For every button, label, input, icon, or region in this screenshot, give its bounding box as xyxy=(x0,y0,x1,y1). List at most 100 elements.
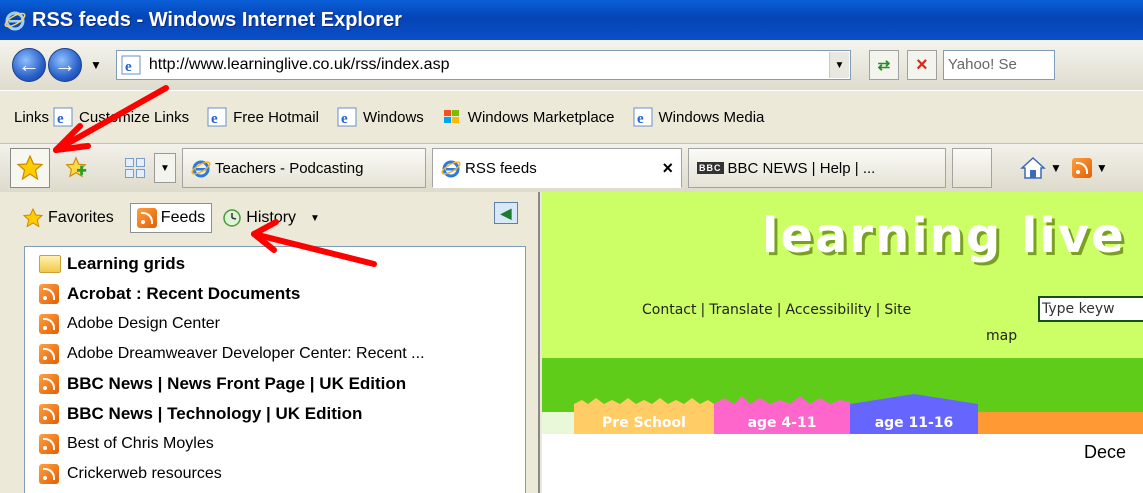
stop-button[interactable]: × xyxy=(906,50,937,80)
tab-label: BBC NEWS | Help | ... xyxy=(727,159,876,177)
list-item-label: Adobe Dreamweaver Developer Center: Rece… xyxy=(67,345,425,362)
tab-teachers-podcasting[interactable]: Teachers - Podcasting xyxy=(182,148,426,188)
tab-label: RSS feeds xyxy=(465,159,537,177)
home-icon xyxy=(1020,156,1046,179)
chevron-down-icon[interactable]: ▼ xyxy=(1096,161,1108,175)
history-label: History xyxy=(246,209,297,226)
age-tab-4-11[interactable]: age 4-11 xyxy=(714,412,850,434)
tab-toolbar: ▼ Teachers - Podcasting RSS feeds × BBC … xyxy=(0,144,1143,192)
add-favorite-icon xyxy=(65,156,87,178)
contact-link[interactable]: Contact xyxy=(642,302,696,318)
link-label: Windows xyxy=(362,108,424,126)
arrow-left-icon: ← xyxy=(18,52,40,77)
link-label: Windows Marketplace xyxy=(467,108,615,126)
feed-list: Learning grids Acrobat : Recent Document… xyxy=(24,246,526,493)
rss-icon xyxy=(39,314,59,334)
favorites-center-toolbar: Favorites Feeds History ▼ ◀ xyxy=(0,192,538,244)
ie-page-icon: e xyxy=(207,107,227,127)
title-bar: RSS feeds - Windows Internet Explorer xyxy=(0,0,1143,40)
url-text[interactable]: http://www.learninglive.co.uk/rss/index.… xyxy=(149,56,829,74)
tab-list-button[interactable]: ▼ xyxy=(154,153,176,183)
link-customize-links[interactable]: e Customize Links xyxy=(53,107,189,127)
history-clock-icon xyxy=(223,209,242,227)
new-tab-button[interactable] xyxy=(952,148,992,188)
svg-text:e: e xyxy=(125,59,132,75)
list-item-feed[interactable]: Adobe Dreamweaver Developer Center: Rece… xyxy=(25,339,525,369)
refresh-icon: ⇄ xyxy=(877,57,891,74)
search-input[interactable]: Yahoo! Se xyxy=(942,50,1055,80)
site-map-link-tail[interactable]: map xyxy=(986,328,1017,344)
ie-page-icon: e xyxy=(53,107,73,127)
age-tabs: Pre School age 4-11 age 11-16 xyxy=(542,412,1143,434)
window-title: RSS feeds - Windows Internet Explorer xyxy=(32,8,402,31)
add-to-favorites-button[interactable] xyxy=(56,148,96,188)
quick-tabs-button[interactable] xyxy=(122,155,148,181)
link-windows[interactable]: e Windows xyxy=(337,107,424,127)
svg-text:e: e xyxy=(57,111,64,127)
list-item-feed[interactable]: Crickerweb resources xyxy=(25,459,525,489)
svg-text:e: e xyxy=(341,111,348,127)
list-item-folder[interactable]: Learning grids xyxy=(25,249,525,279)
list-item-feed[interactable]: BBC News | Technology | UK Edition xyxy=(25,399,525,429)
close-tab-icon[interactable]: × xyxy=(662,158,673,179)
feeds-label: Feeds xyxy=(160,209,206,226)
chevron-down-icon[interactable]: ▼ xyxy=(1050,161,1062,175)
list-item-label: BBC News | Technology | UK Edition xyxy=(67,404,363,423)
ie-logo-icon xyxy=(4,11,26,31)
age-tab-11-16[interactable]: age 11-16 xyxy=(850,412,978,434)
refresh-button[interactable]: ⇄ xyxy=(868,50,899,80)
list-item-feed[interactable]: Acrobat : Recent Documents xyxy=(25,279,525,309)
list-item-feed[interactable]: Adobe Design Center xyxy=(25,309,525,339)
arrow-right-icon: → xyxy=(54,52,76,77)
back-button[interactable]: ← xyxy=(12,48,46,82)
address-field[interactable]: e http://www.learninglive.co.uk/rss/inde… xyxy=(115,50,851,80)
age-tab-spacer xyxy=(542,412,574,434)
translate-link[interactable]: Translate xyxy=(709,302,773,318)
forward-button[interactable]: → xyxy=(48,48,82,82)
rss-icon xyxy=(39,374,59,394)
pin-favorites-center-button[interactable]: ◀ xyxy=(494,202,518,224)
feeds-tab-button[interactable]: Feeds xyxy=(129,203,213,233)
rss-icon xyxy=(39,404,59,424)
accessibility-link[interactable]: Accessibility xyxy=(785,302,871,318)
rss-icon xyxy=(39,284,59,304)
link-windows-media[interactable]: e Windows Media xyxy=(633,107,765,127)
windows-flag-icon xyxy=(443,110,459,123)
web-page-content: learning live Contact | Translate | Accessib… xyxy=(542,192,1143,493)
address-dropdown-button[interactable]: ▼ xyxy=(828,52,849,78)
chevron-down-icon[interactable]: ▼ xyxy=(310,213,320,224)
list-item-label: Acrobat : Recent Documents xyxy=(67,284,301,303)
list-item-label: Best of Chris Moyles xyxy=(67,435,214,452)
bbc-badge: BBC xyxy=(697,162,724,174)
rss-icon xyxy=(39,434,59,454)
rss-icon xyxy=(39,344,59,364)
recent-pages-dropdown[interactable]: ▼ xyxy=(90,58,102,72)
age-tab-next[interactable] xyxy=(978,412,1143,434)
skyline-decoration xyxy=(574,394,978,414)
history-tab-button[interactable]: History ▼ xyxy=(222,208,320,228)
home-button[interactable]: ▼ xyxy=(1020,156,1062,180)
site-logo[interactable]: learning live xyxy=(762,208,1126,264)
site-map-link[interactable]: Site xyxy=(884,302,911,318)
links-toolbar: Links e Customize Links e Free Hotmail e… xyxy=(0,90,1143,144)
tab-rss-feeds[interactable]: RSS feeds × xyxy=(432,148,682,188)
site-top-links: Contact | Translate | Accessibility | Site xyxy=(642,302,912,318)
list-item-feed[interactable]: BBC News | News Front Page | UK Edition xyxy=(25,369,525,399)
favorites-center-button[interactable] xyxy=(10,148,50,188)
rss-icon xyxy=(39,464,59,484)
tab-bbc-news[interactable]: BBC BBC NEWS | Help | ... xyxy=(688,148,946,188)
keyword-search-input[interactable]: Type keyw xyxy=(1038,296,1143,322)
feeds-toolbar-button[interactable]: ▼ xyxy=(1071,158,1108,178)
list-item-feed[interactable]: Best of Chris Moyles xyxy=(25,429,525,459)
link-free-hotmail[interactable]: e Free Hotmail xyxy=(207,107,319,127)
links-label: Links xyxy=(14,108,50,126)
favorites-tab-button[interactable]: Favorites xyxy=(22,207,114,229)
link-windows-marketplace[interactable]: Windows Marketplace xyxy=(442,107,615,127)
link-label: Windows Media xyxy=(658,108,765,126)
list-item-label: BBC News | News Front Page | UK Edition xyxy=(67,374,407,393)
address-toolbar: ← → ▼ e http://www.learninglive.co.uk/rs… xyxy=(0,40,1143,90)
favorites-center-panel: Favorites Feeds History ▼ ◀ Learning gri… xyxy=(0,192,540,493)
rss-icon xyxy=(136,208,157,228)
age-tab-pre-school[interactable]: Pre School xyxy=(574,412,714,434)
ie-logo-icon xyxy=(441,160,461,178)
